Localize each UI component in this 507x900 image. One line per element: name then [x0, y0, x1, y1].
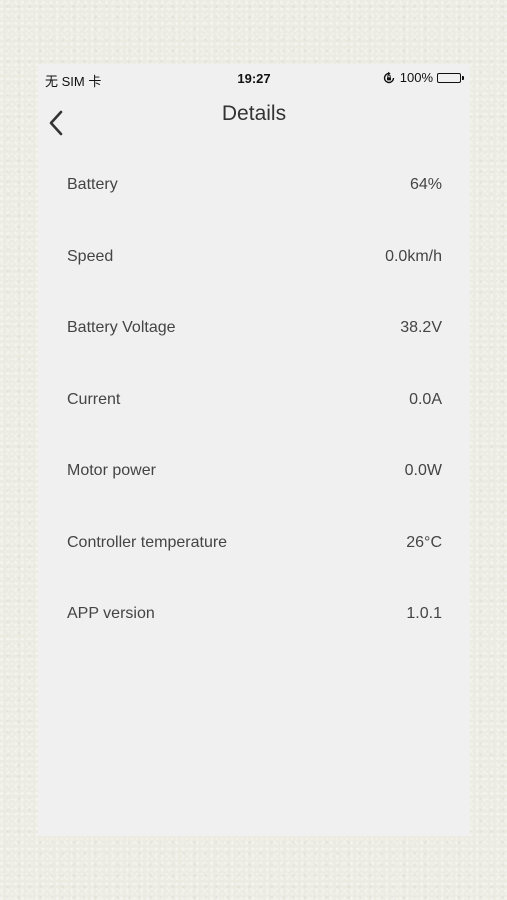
battery-percent: 100% [399, 70, 433, 85]
page-title: Details [221, 102, 287, 125]
detail-value: 0.0km/h [385, 247, 442, 265]
phone-screen: 无 SIM 卡 19:27 100% Details Battery 64% S… [38, 64, 470, 836]
detail-row-speed: Speed 0.0km/h [38, 222, 470, 294]
detail-label: Current [67, 390, 121, 408]
detail-value: 38.2V [400, 319, 442, 336]
detail-row-current: Current 0.0A [38, 365, 470, 437]
detail-value: 0.0W [404, 462, 442, 479]
detail-row-app-version: APP version 1.0.1 [38, 579, 470, 651]
details-list: Battery 64% Speed 0.0km/h Battery Voltag… [38, 150, 470, 651]
detail-row-controller-temperature: Controller temperature 26°C [38, 508, 470, 580]
status-right-group: 100% [382, 70, 464, 85]
detail-label: APP version [67, 605, 155, 622]
detail-value: 1.0.1 [406, 605, 442, 622]
status-bar: 无 SIM 卡 19:27 100% [38, 64, 470, 92]
detail-value: 64% [409, 176, 442, 193]
detail-value: 0.0A [409, 390, 442, 408]
detail-row-battery-voltage: Battery Voltage 38.2V [38, 293, 470, 365]
detail-label: Motor power [67, 462, 156, 479]
detail-row-battery: Battery 64% [38, 150, 470, 222]
detail-label: Battery Voltage [67, 319, 176, 336]
detail-label: Battery [67, 176, 118, 193]
nav-bar: Details [38, 92, 470, 140]
orientation-lock-icon [382, 71, 396, 85]
detail-label: Controller temperature [67, 533, 228, 551]
detail-row-motor-power: Motor power 0.0W [38, 436, 470, 508]
detail-label: Speed [67, 247, 114, 265]
battery-icon [437, 72, 464, 83]
detail-value: 26°C [406, 533, 442, 551]
